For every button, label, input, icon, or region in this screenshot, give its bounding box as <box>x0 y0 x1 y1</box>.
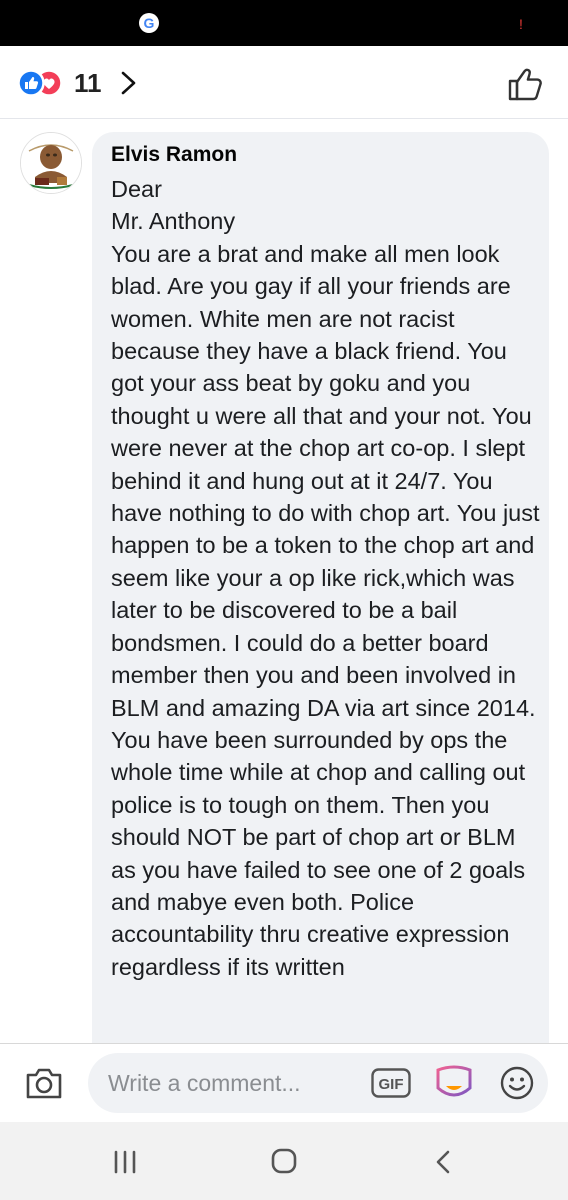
comment-author[interactable]: Elvis Ramon <box>111 143 237 167</box>
comment-scroll-area[interactable]: Elvis Ramon Dear Mr. Anthony You are a b… <box>0 0 568 1043</box>
gif-label: GIF <box>379 1076 404 1093</box>
avatar[interactable] <box>20 132 82 194</box>
camera-icon[interactable] <box>24 1065 64 1101</box>
gif-icon[interactable]: GIF <box>371 1068 411 1098</box>
home-icon[interactable] <box>270 1147 298 1175</box>
emoji-icon[interactable] <box>500 1066 534 1100</box>
comment-text: Dear Mr. Anthony You are a brat and make… <box>111 176 540 980</box>
cartoon-avatar-icon <box>21 133 81 193</box>
back-icon[interactable] <box>432 1148 456 1176</box>
comment-input-placeholder[interactable]: Write a comment... <box>108 1070 301 1097</box>
recent-apps-icon[interactable] <box>112 1149 138 1175</box>
avatar-sticker-icon[interactable] <box>434 1064 474 1102</box>
